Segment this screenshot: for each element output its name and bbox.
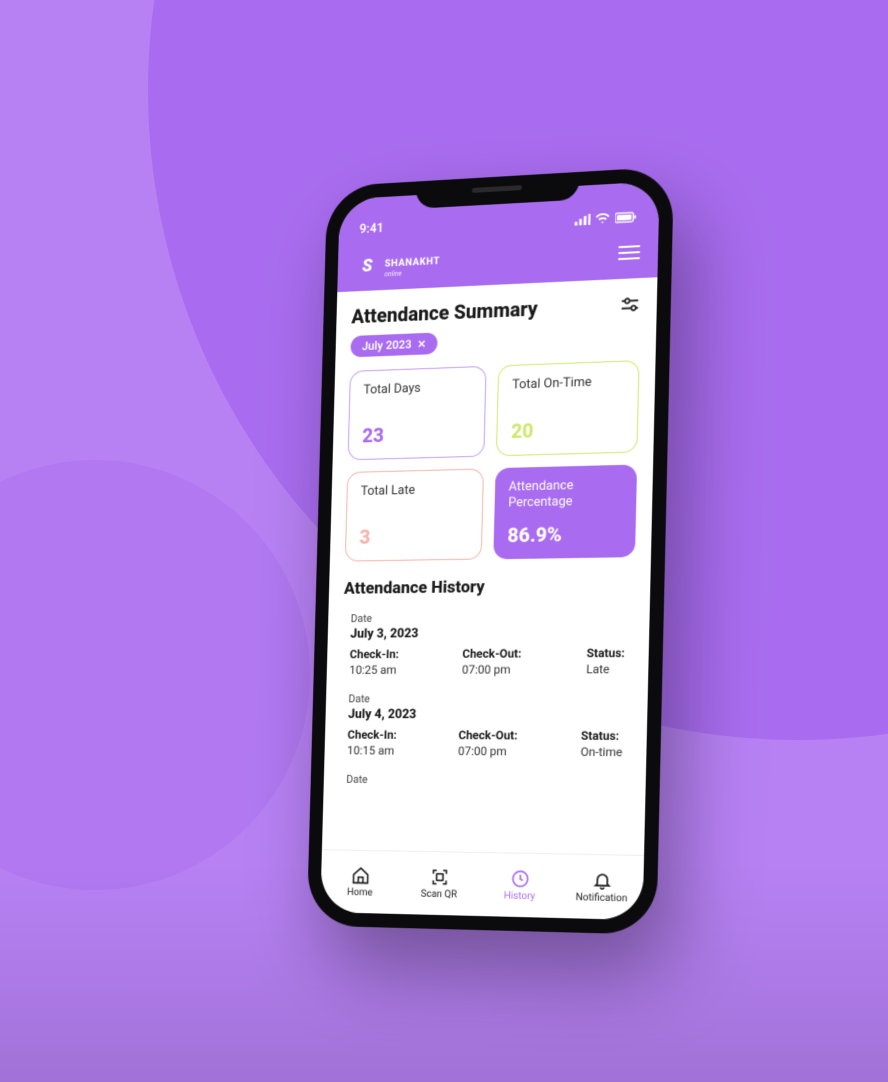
wifi-icon [596, 213, 611, 225]
card-attendance-percentage: Attendance Percentage 86.9% [493, 465, 637, 560]
card-label: Total Days [363, 379, 472, 399]
bell-icon [592, 870, 612, 891]
qr-icon [429, 867, 449, 887]
nav-notification[interactable]: Notification [560, 854, 644, 920]
status-indicators [574, 211, 637, 225]
date-label: Date [346, 773, 622, 789]
nav-home[interactable]: Home [320, 850, 400, 914]
nav-label: History [504, 891, 535, 903]
bottom-nav: Home Scan QR History Notification [320, 849, 644, 920]
history-icon [510, 869, 530, 889]
checkout-value: 07:00 pm [462, 663, 521, 677]
history-date: July 4, 2023 [348, 707, 624, 723]
checkin-value: 10:25 am [349, 663, 399, 677]
card-value: 86.9% [507, 521, 622, 547]
nav-label: Scan QR [421, 889, 457, 901]
nav-label: Notification [576, 892, 628, 904]
history-entry[interactable]: Date [338, 767, 630, 799]
nav-label: Home [347, 887, 373, 898]
home-icon [351, 865, 370, 885]
brand-logo[interactable]: S SHANAKHT online [354, 249, 440, 279]
checkin-label: Check-In: [347, 728, 397, 742]
card-value: 3 [359, 523, 468, 549]
checkin-value: 10:15 am [347, 744, 397, 758]
card-total-late: Total Late 3 [345, 468, 484, 561]
status-label: Status: [581, 729, 623, 743]
brand-tagline: online [384, 267, 439, 277]
filter-chip[interactable]: July 2023 ✕ [350, 332, 437, 357]
status-value: Late [586, 662, 624, 676]
signal-icon [574, 214, 590, 226]
nav-history[interactable]: History [478, 853, 561, 918]
checkout-label: Check-Out: [462, 647, 521, 661]
close-icon[interactable]: ✕ [417, 337, 426, 350]
card-value: 20 [511, 416, 624, 443]
page-title: Attendance Summary [351, 297, 538, 329]
nav-scan-qr[interactable]: Scan QR [399, 852, 480, 916]
status-value: On-time [580, 745, 622, 759]
status-label: Status: [587, 646, 625, 660]
menu-button[interactable] [618, 245, 640, 260]
battery-icon [615, 211, 637, 223]
date-label: Date [348, 692, 623, 705]
checkout-value: 07:00 pm [458, 744, 517, 758]
checkout-label: Check-Out: [458, 728, 517, 742]
card-total-ontime: Total On-Time 20 [496, 360, 640, 456]
date-label: Date [351, 610, 626, 625]
history-entry[interactable]: Date July 3, 2023 Check-In: 10:25 am Che… [341, 604, 634, 687]
filter-chip-label: July 2023 [362, 337, 412, 353]
brand-mark-icon: S [354, 252, 379, 278]
filter-icon[interactable] [619, 293, 641, 316]
card-value: 23 [362, 421, 471, 448]
card-label: Attendance Percentage [508, 477, 623, 512]
history-entry[interactable]: Date July 4, 2023 Check-In: 10:15 am Che… [339, 686, 632, 769]
history-date: July 3, 2023 [350, 625, 625, 642]
card-label: Total On-Time [512, 374, 624, 394]
checkin-label: Check-In: [350, 647, 400, 661]
card-total-days: Total Days 23 [348, 366, 487, 460]
card-label: Total Late [361, 482, 470, 500]
history-title: Attendance History [344, 575, 635, 598]
status-time: 9:41 [359, 221, 384, 237]
